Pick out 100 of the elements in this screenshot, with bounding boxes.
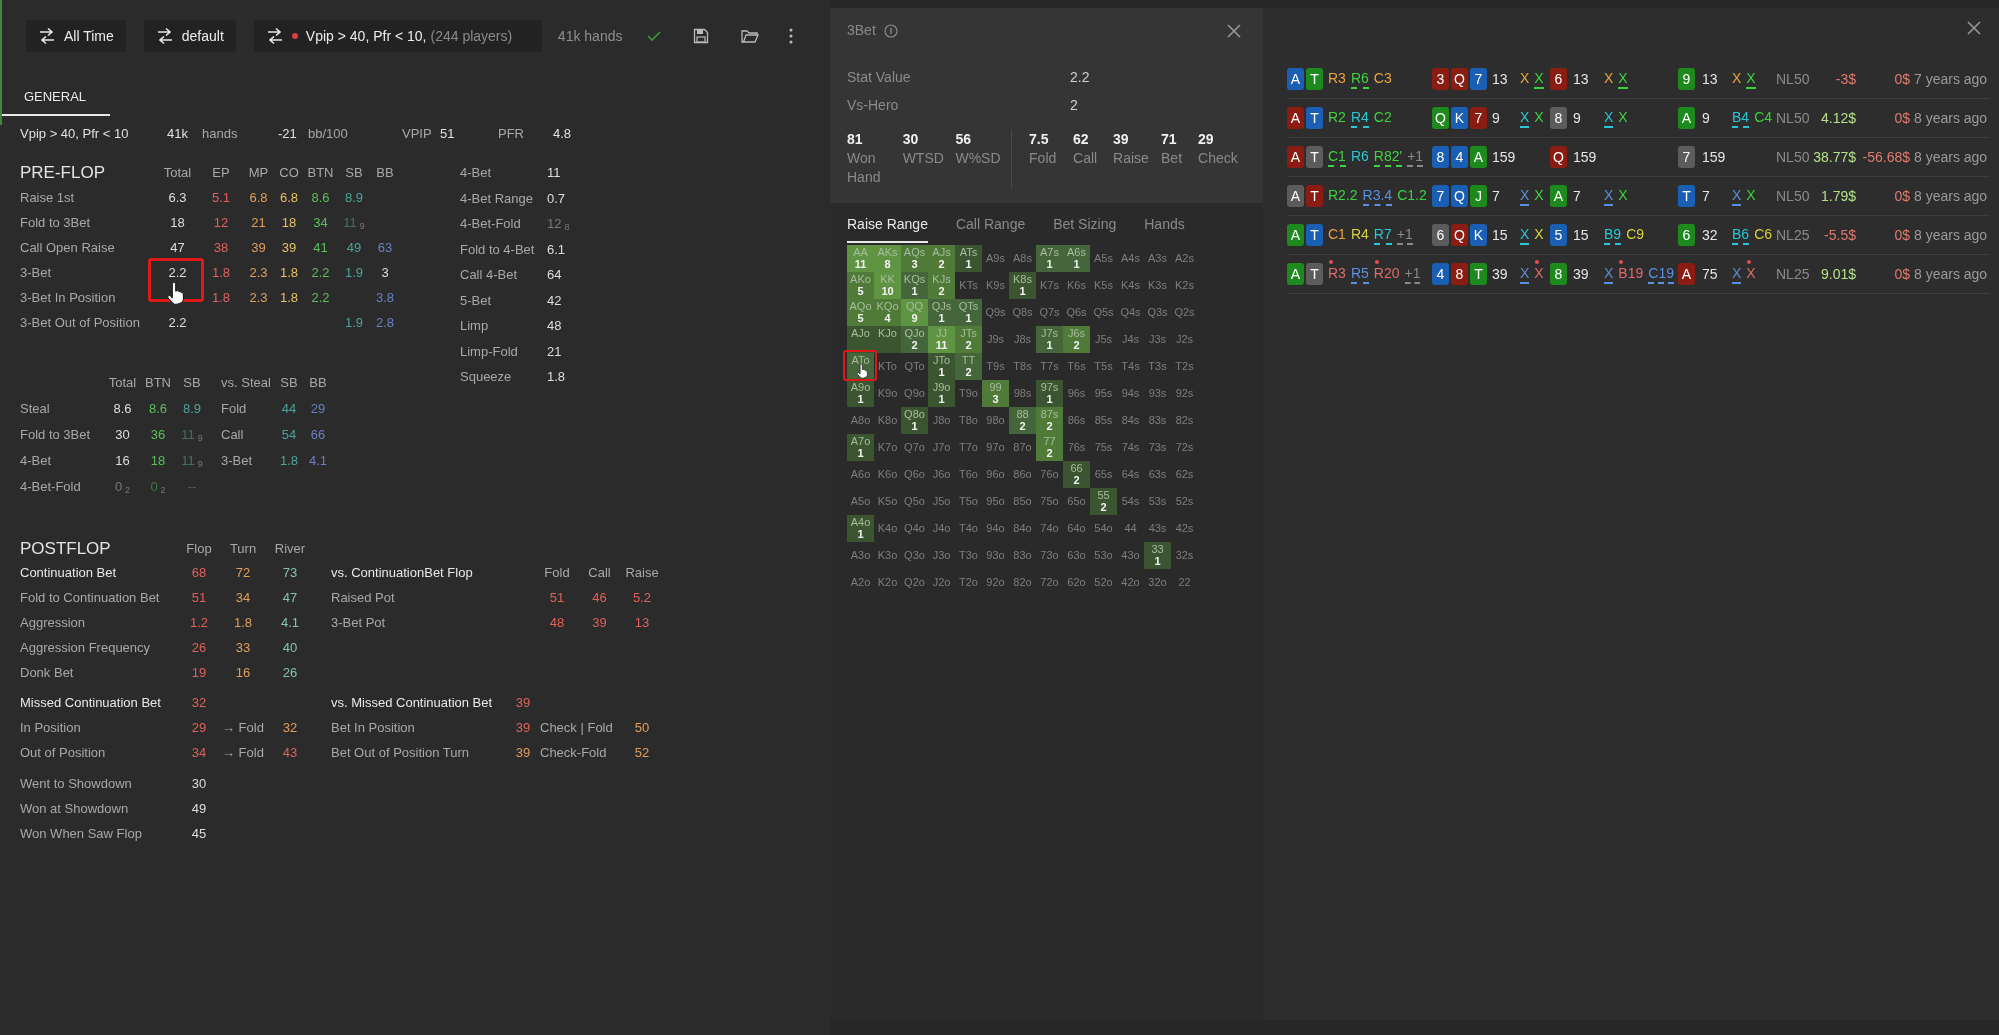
stat-value: -21: [278, 125, 298, 144]
time-label: 7 years ago: [1914, 69, 1988, 89]
range-cell[interactable]: QQ 9: [901, 299, 928, 326]
stat-value: 4.8: [553, 125, 573, 144]
stat-label: W%SD: [955, 149, 1001, 168]
stat-value: 4.1: [307, 451, 329, 470]
section-tab[interactable]: GENERAL: [0, 72, 110, 116]
action-label: R4: [1350, 108, 1369, 128]
range-cell[interactable]: J7s 1: [1036, 326, 1063, 353]
playing-card: 8: [1451, 263, 1468, 285]
playing-card: T: [1678, 185, 1695, 207]
range-cell[interactable]: AJs 2: [928, 245, 955, 272]
range-cell[interactable]: AJo: [847, 326, 874, 353]
range-cell[interactable]: A6s 1: [1063, 245, 1090, 272]
range-tab[interactable]: Call Range: [955, 207, 1026, 243]
range-tab[interactable]: Hands: [1144, 207, 1185, 243]
hand-label: T2s: [1175, 359, 1194, 375]
money-value: 0$: [1893, 108, 1910, 128]
action-label: C2: [1373, 108, 1392, 127]
range-cell[interactable]: A9o 1: [847, 380, 874, 407]
hand-label: KQo: [876, 300, 899, 312]
playing-card: A: [1550, 185, 1567, 207]
money-value: 0$: [1893, 225, 1910, 245]
range-cell[interactable]: 33 1: [1144, 542, 1171, 569]
stat-value: 41k: [167, 125, 189, 144]
close-icon[interactable]: [1227, 23, 1241, 38]
hand-label: 75s: [1094, 440, 1113, 456]
range-cell[interactable]: JJ 11: [928, 326, 955, 353]
range-cell[interactable]: KK 10: [874, 272, 901, 299]
column-header: Call: [587, 564, 612, 583]
range-cell[interactable]: 88 2: [1009, 407, 1036, 434]
hand-label: A6s: [1067, 246, 1086, 258]
range-cell[interactable]: QTs 1: [955, 299, 982, 326]
stake-label: NL50: [1776, 186, 1810, 206]
range-cell[interactable]: A7o 1: [847, 434, 874, 461]
column-header: Raise: [624, 564, 660, 583]
hand-label: KTs: [959, 278, 978, 294]
stat-value: 39: [281, 238, 297, 257]
hand-label: AQo: [849, 300, 872, 312]
stake-label: NL25: [1776, 225, 1810, 245]
stat-value: 38: [213, 238, 229, 257]
range-cell[interactable]: AA 11: [847, 245, 874, 272]
range-cell[interactable]: AQs 3: [901, 245, 928, 272]
range-cell[interactable]: 55 2: [1090, 488, 1117, 515]
playing-card: Q: [1451, 185, 1468, 207]
range-cell[interactable]: 87s 2: [1036, 407, 1063, 434]
hand-label: Q3s: [1147, 305, 1168, 321]
range-cell[interactable]: JTs 2: [955, 326, 982, 353]
range-cell[interactable]: K8s 1: [1009, 272, 1036, 299]
range-cell[interactable]: AQo 5: [847, 299, 874, 326]
range-cell[interactable]: AKs 8: [874, 245, 901, 272]
action-label: X: [1746, 69, 1756, 89]
range-cell[interactable]: 97s 1: [1036, 380, 1063, 407]
stat-value: 32: [281, 719, 299, 738]
folder-icon[interactable]: [741, 28, 760, 44]
stat-value: 50: [633, 719, 651, 738]
filter-button[interactable]: All Time: [26, 20, 126, 52]
range-cell[interactable]: 77 2: [1036, 434, 1063, 461]
stat-label: Limp-Fold: [460, 342, 519, 361]
stat-value: 1.8: [211, 263, 231, 282]
range-cell[interactable]: KJo: [874, 326, 901, 353]
stat-value: 62: [1073, 130, 1090, 149]
stat-value: 81: [847, 130, 864, 149]
stat-value: 39: [1113, 130, 1130, 149]
action-label: +1: [1407, 147, 1424, 167]
range-cell[interactable]: JTo 1: [928, 353, 955, 380]
action-label: B6: [1732, 225, 1750, 245]
hand-count: 2: [938, 258, 945, 270]
range-cell[interactable]: KQo 4: [874, 299, 901, 326]
filter-name: Vpip > 40, Pfr < 10: [20, 125, 130, 144]
range-cell[interactable]: QJs 1: [928, 299, 955, 326]
range-tab[interactable]: Bet Sizing: [1053, 207, 1117, 243]
range-cell[interactable]: QJo 2: [901, 326, 928, 353]
range-cell[interactable]: Q8o 1: [901, 407, 928, 434]
stat-label: Fold to 3Bet: [20, 213, 92, 232]
action-label: R20: [1373, 264, 1400, 283]
range-cell[interactable]: J9o 1: [928, 380, 955, 407]
action-label: C6: [1754, 225, 1773, 244]
range-cell[interactable]: 66 2: [1063, 461, 1090, 488]
range-cell[interactable]: AKo 5: [847, 272, 874, 299]
filter-button[interactable]: Vpip > 40, Pfr < 10, (244 players): [253, 20, 542, 52]
range-cell[interactable]: KQs 1: [901, 272, 928, 299]
hand-label: K4o: [877, 521, 898, 537]
range-cell[interactable]: KJs 2: [928, 272, 955, 299]
stat-value: 6.8: [279, 188, 299, 207]
range-cell[interactable]: TT 2: [955, 353, 982, 380]
range-tab[interactable]: Raise Range: [847, 207, 928, 243]
close-icon[interactable]: [1967, 21, 1981, 35]
save-icon[interactable]: [693, 28, 710, 44]
stat-label: Vs-Hero: [847, 95, 900, 115]
range-cell[interactable]: J6s 2: [1063, 326, 1090, 353]
filter-button[interactable]: default: [143, 20, 236, 52]
playing-card: T: [1306, 146, 1323, 168]
range-cell[interactable]: 99 3: [982, 380, 1009, 407]
hand-label: J9o: [932, 381, 951, 393]
range-cell[interactable]: A7s 1: [1036, 245, 1063, 272]
hand-label: 95s: [1094, 386, 1113, 402]
more-icon[interactable]: [789, 28, 794, 44]
range-cell[interactable]: ATs 1: [955, 245, 982, 272]
range-cell[interactable]: A4o 1: [847, 515, 874, 542]
